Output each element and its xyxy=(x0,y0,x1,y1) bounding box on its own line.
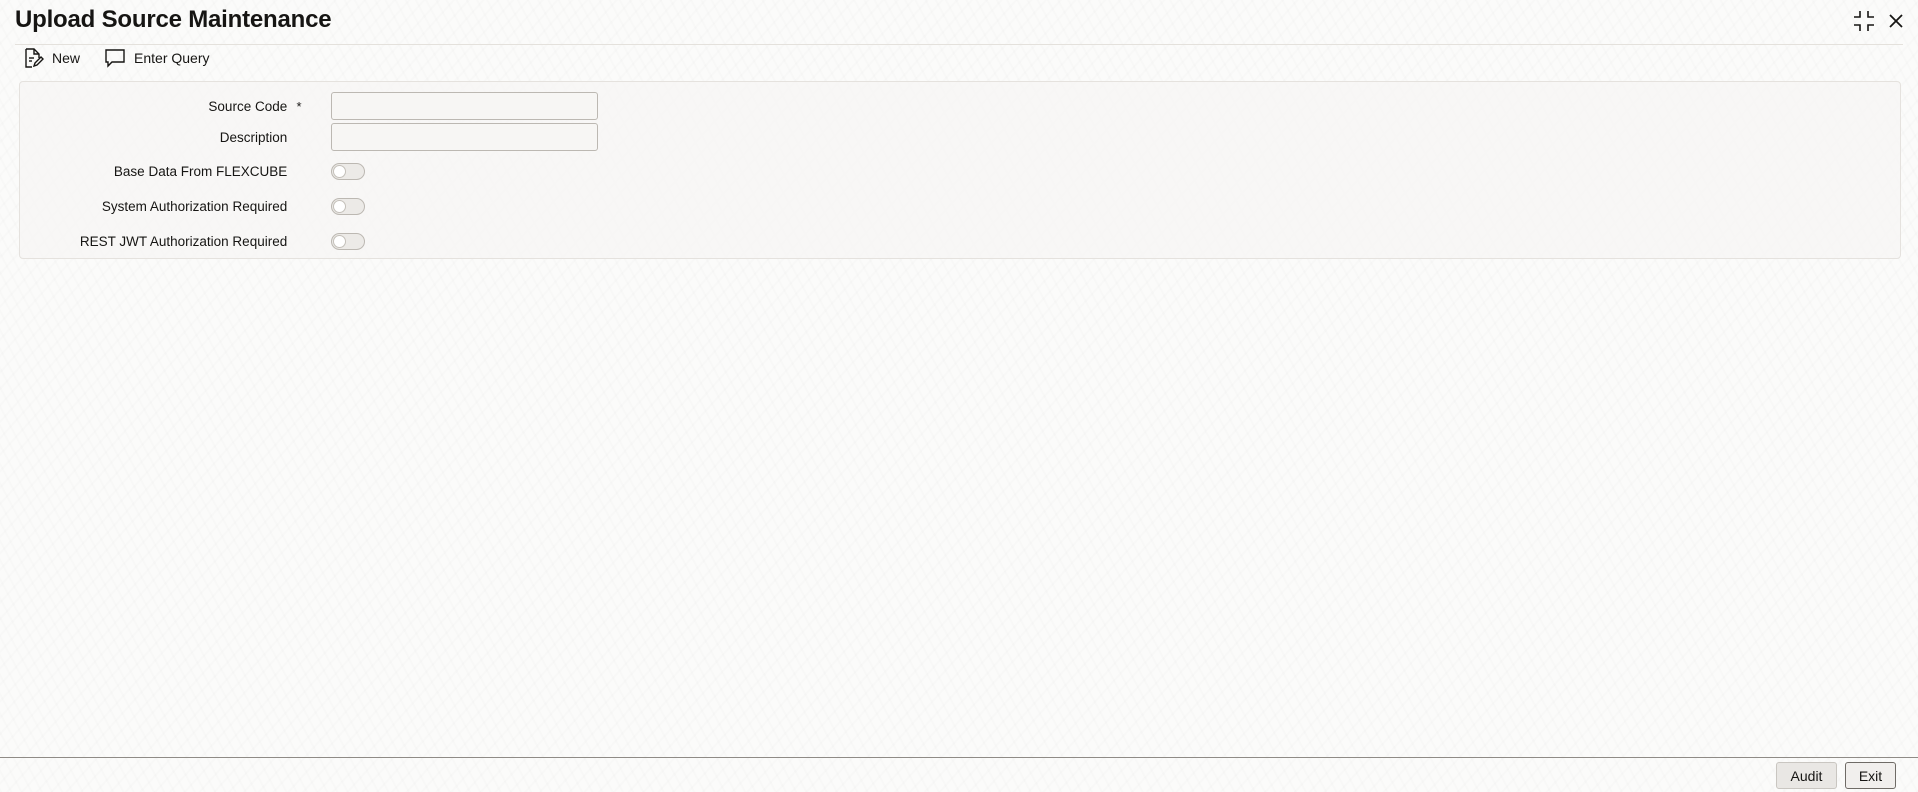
toggle-knob xyxy=(333,200,346,213)
system-authorization-row: System Authorization Required xyxy=(20,198,365,215)
source-code-label: Source Code * xyxy=(20,99,313,114)
required-marker: * xyxy=(296,98,302,114)
base-data-label: Base Data From FLEXCUBE xyxy=(20,164,313,179)
base-data-row: Base Data From FLEXCUBE xyxy=(20,163,365,180)
audit-button[interactable]: Audit xyxy=(1776,762,1837,789)
exit-button[interactable]: Exit xyxy=(1845,762,1896,789)
base-data-from-flexcube-toggle[interactable] xyxy=(331,163,365,180)
system-authorization-label-text: System Authorization Required xyxy=(101,199,288,214)
message-icon xyxy=(105,49,125,68)
new-button[interactable]: New xyxy=(22,47,80,69)
rest-jwt-authorization-label: REST JWT Authorization Required xyxy=(20,234,313,249)
source-code-input[interactable] xyxy=(331,92,598,120)
toggle-knob xyxy=(333,165,346,178)
new-button-label: New xyxy=(52,50,81,66)
system-authorization-label: System Authorization Required xyxy=(20,199,313,214)
close-button[interactable] xyxy=(1884,9,1908,33)
rest-jwt-authorization-label-text: REST JWT Authorization Required xyxy=(79,234,288,249)
window-controls xyxy=(1852,9,1908,33)
title-divider xyxy=(15,44,1903,45)
enter-query-button-label: Enter Query xyxy=(134,50,210,66)
system-authorization-required-toggle[interactable] xyxy=(331,198,365,215)
enter-query-button[interactable]: Enter Query xyxy=(104,47,210,69)
base-data-label-text: Base Data From FLEXCUBE xyxy=(113,164,288,179)
description-label: Description xyxy=(20,130,313,145)
collapse-button[interactable] xyxy=(1852,9,1876,33)
toolbar: New Enter Query xyxy=(22,46,234,70)
footer-divider xyxy=(0,757,1918,758)
upload-source-maintenance-window: Upload Source Maintenance New Enter Quer… xyxy=(0,0,1918,792)
description-label-text: Description xyxy=(219,129,288,145)
new-document-icon xyxy=(25,48,44,68)
description-row: Description xyxy=(20,123,598,151)
page-title: Upload Source Maintenance xyxy=(15,6,332,33)
close-icon xyxy=(1889,14,1903,28)
rest-jwt-authorization-required-toggle[interactable] xyxy=(331,233,365,250)
collapse-icon xyxy=(1854,11,1874,31)
description-input[interactable] xyxy=(331,123,598,151)
source-code-label-text: Source Code xyxy=(208,98,288,114)
form-panel: Source Code * Description Base Data From… xyxy=(19,81,1901,259)
toggle-knob xyxy=(333,235,346,248)
source-code-row: Source Code * xyxy=(20,92,598,120)
rest-jwt-authorization-row: REST JWT Authorization Required xyxy=(20,233,365,250)
